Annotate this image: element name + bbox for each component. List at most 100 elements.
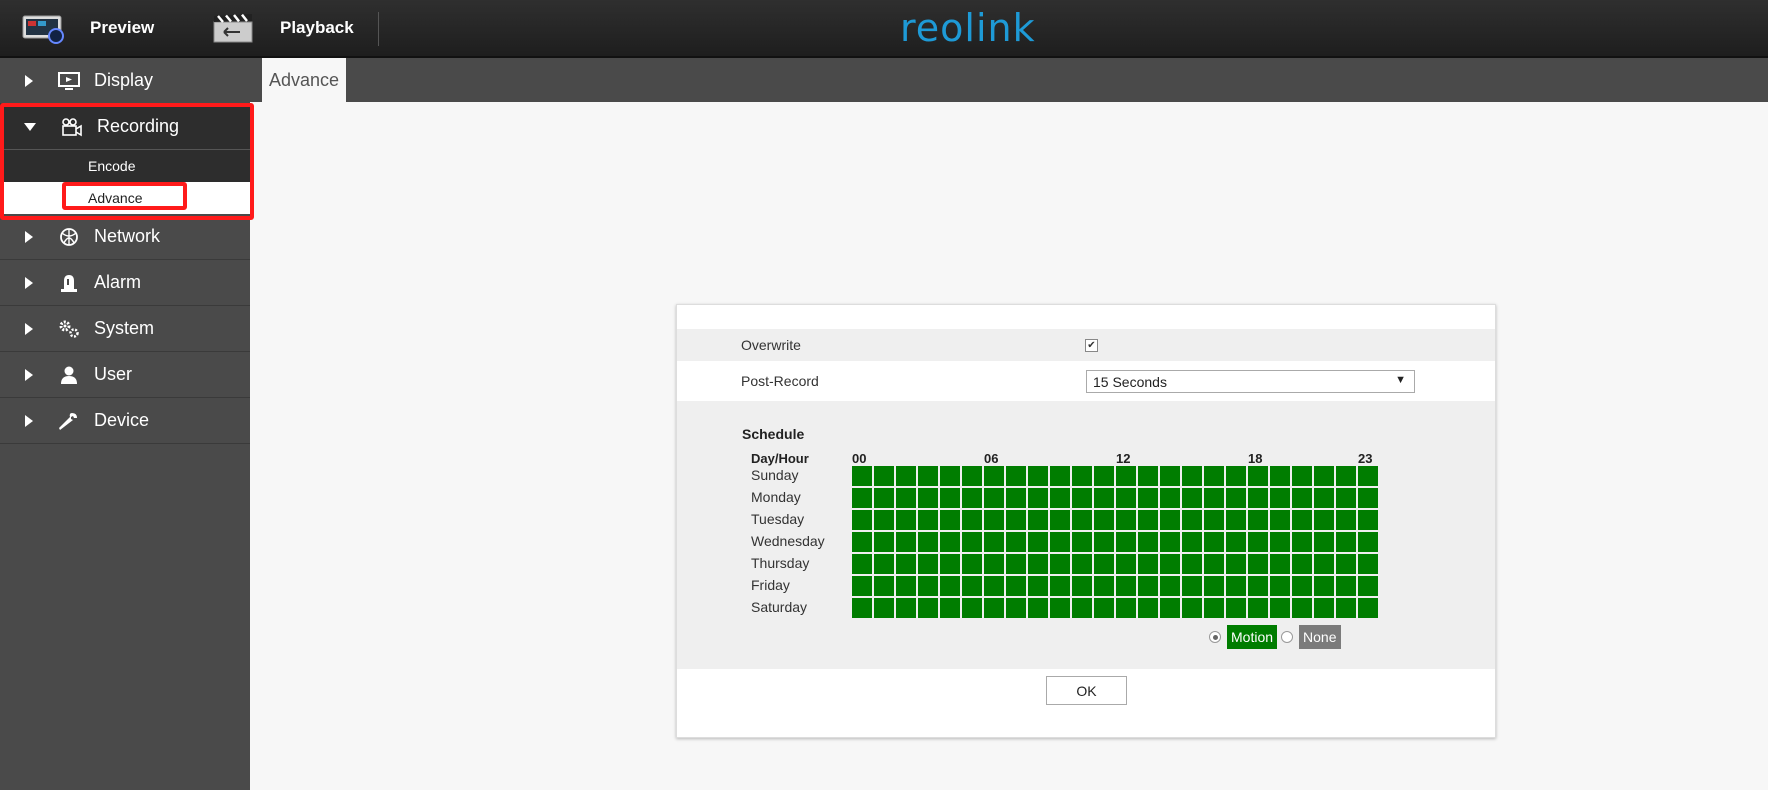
sidebar-item-system[interactable]: System <box>0 306 250 352</box>
schedule-cell[interactable] <box>984 532 1004 552</box>
schedule-cell[interactable] <box>1116 510 1136 530</box>
schedule-cell[interactable] <box>1094 532 1114 552</box>
schedule-cell[interactable] <box>1072 598 1092 618</box>
schedule-cell[interactable] <box>1094 554 1114 574</box>
schedule-cell[interactable] <box>1270 510 1290 530</box>
sidebar-subitem-encode[interactable]: Encode <box>0 150 250 182</box>
schedule-cell[interactable] <box>984 554 1004 574</box>
schedule-cell[interactable] <box>1336 598 1356 618</box>
schedule-cell[interactable] <box>1204 554 1224 574</box>
schedule-cell[interactable] <box>1028 576 1048 596</box>
tab-advance[interactable]: Advance <box>262 58 346 102</box>
schedule-cell[interactable] <box>1314 488 1334 508</box>
schedule-cell[interactable] <box>1292 510 1312 530</box>
schedule-cell[interactable] <box>1050 532 1070 552</box>
schedule-cell[interactable] <box>896 510 916 530</box>
schedule-cell[interactable] <box>1138 532 1158 552</box>
schedule-cell[interactable] <box>918 576 938 596</box>
schedule-cell[interactable] <box>1226 576 1246 596</box>
schedule-cell[interactable] <box>852 554 872 574</box>
schedule-cell[interactable] <box>1226 510 1246 530</box>
schedule-cell[interactable] <box>1116 488 1136 508</box>
schedule-cell[interactable] <box>962 510 982 530</box>
schedule-cell[interactable] <box>962 598 982 618</box>
schedule-cell[interactable] <box>1116 598 1136 618</box>
schedule-cell[interactable] <box>896 532 916 552</box>
sidebar-item-recording[interactable]: Recording <box>0 104 250 150</box>
schedule-cell[interactable] <box>1270 488 1290 508</box>
schedule-cell[interactable] <box>1160 466 1180 486</box>
schedule-cell[interactable] <box>940 532 960 552</box>
schedule-cell[interactable] <box>1116 466 1136 486</box>
schedule-cell[interactable] <box>1028 510 1048 530</box>
schedule-cell[interactable] <box>1050 598 1070 618</box>
schedule-cell[interactable] <box>874 554 894 574</box>
schedule-cell[interactable] <box>1094 576 1114 596</box>
schedule-cell[interactable] <box>1314 576 1334 596</box>
schedule-cell[interactable] <box>1358 510 1378 530</box>
schedule-cell[interactable] <box>896 466 916 486</box>
schedule-cell[interactable] <box>874 598 894 618</box>
schedule-cell[interactable] <box>1204 532 1224 552</box>
schedule-cell[interactable] <box>1292 488 1312 508</box>
schedule-cell[interactable] <box>1226 598 1246 618</box>
schedule-cell[interactable] <box>1314 554 1334 574</box>
schedule-cell[interactable] <box>1050 488 1070 508</box>
schedule-cell[interactable] <box>874 532 894 552</box>
schedule-cell[interactable] <box>940 554 960 574</box>
schedule-cell[interactable] <box>1116 576 1136 596</box>
schedule-cell[interactable] <box>1094 466 1114 486</box>
playback-button[interactable]: Playback <box>212 0 354 56</box>
schedule-cell[interactable] <box>1292 466 1312 486</box>
schedule-cell[interactable] <box>1006 554 1026 574</box>
schedule-cell[interactable] <box>1358 554 1378 574</box>
schedule-cell[interactable] <box>1072 576 1092 596</box>
schedule-cell[interactable] <box>1072 488 1092 508</box>
schedule-cell[interactable] <box>1028 554 1048 574</box>
schedule-cell[interactable] <box>1160 532 1180 552</box>
schedule-cell[interactable] <box>1358 532 1378 552</box>
schedule-cell[interactable] <box>1160 554 1180 574</box>
sidebar-item-device[interactable]: Device <box>0 398 250 444</box>
motion-legend-label[interactable]: Motion <box>1227 625 1278 649</box>
schedule-cell[interactable] <box>874 466 894 486</box>
none-legend-label[interactable]: None <box>1299 625 1341 649</box>
schedule-cell[interactable] <box>918 554 938 574</box>
schedule-cell[interactable] <box>1182 510 1202 530</box>
schedule-cell[interactable] <box>1270 576 1290 596</box>
schedule-cell[interactable] <box>918 466 938 486</box>
schedule-cell[interactable] <box>896 554 916 574</box>
schedule-cell[interactable] <box>1072 554 1092 574</box>
schedule-cell[interactable] <box>1028 466 1048 486</box>
schedule-cell[interactable] <box>1336 576 1356 596</box>
schedule-cell[interactable] <box>1358 576 1378 596</box>
sidebar-item-display[interactable]: Display <box>0 58 250 104</box>
schedule-cell[interactable] <box>984 576 1004 596</box>
schedule-cell[interactable] <box>1094 510 1114 530</box>
schedule-cell[interactable] <box>918 598 938 618</box>
schedule-cell[interactable] <box>1160 598 1180 618</box>
schedule-cell[interactable] <box>962 466 982 486</box>
schedule-cell[interactable] <box>1050 466 1070 486</box>
schedule-cell[interactable] <box>1270 554 1290 574</box>
schedule-cell[interactable] <box>1116 532 1136 552</box>
none-radio[interactable] <box>1281 631 1294 643</box>
schedule-cell[interactable] <box>1006 510 1026 530</box>
schedule-cell[interactable] <box>1182 532 1202 552</box>
schedule-cell[interactable] <box>1336 488 1356 508</box>
schedule-cell[interactable] <box>852 576 872 596</box>
schedule-cell[interactable] <box>1292 532 1312 552</box>
schedule-cell[interactable] <box>1248 598 1268 618</box>
schedule-cell[interactable] <box>1314 466 1334 486</box>
schedule-cell[interactable] <box>1182 554 1202 574</box>
schedule-cell[interactable] <box>1028 532 1048 552</box>
schedule-cell[interactable] <box>1028 488 1048 508</box>
schedule-cell[interactable] <box>1248 532 1268 552</box>
schedule-cell[interactable] <box>1116 554 1136 574</box>
schedule-cell[interactable] <box>984 466 1004 486</box>
schedule-cell[interactable] <box>1050 510 1070 530</box>
sidebar-item-alarm[interactable]: Alarm <box>0 260 250 306</box>
schedule-cell[interactable] <box>1072 510 1092 530</box>
sidebar-subitem-advance[interactable]: Advance <box>0 182 250 214</box>
schedule-cell[interactable] <box>1028 598 1048 618</box>
